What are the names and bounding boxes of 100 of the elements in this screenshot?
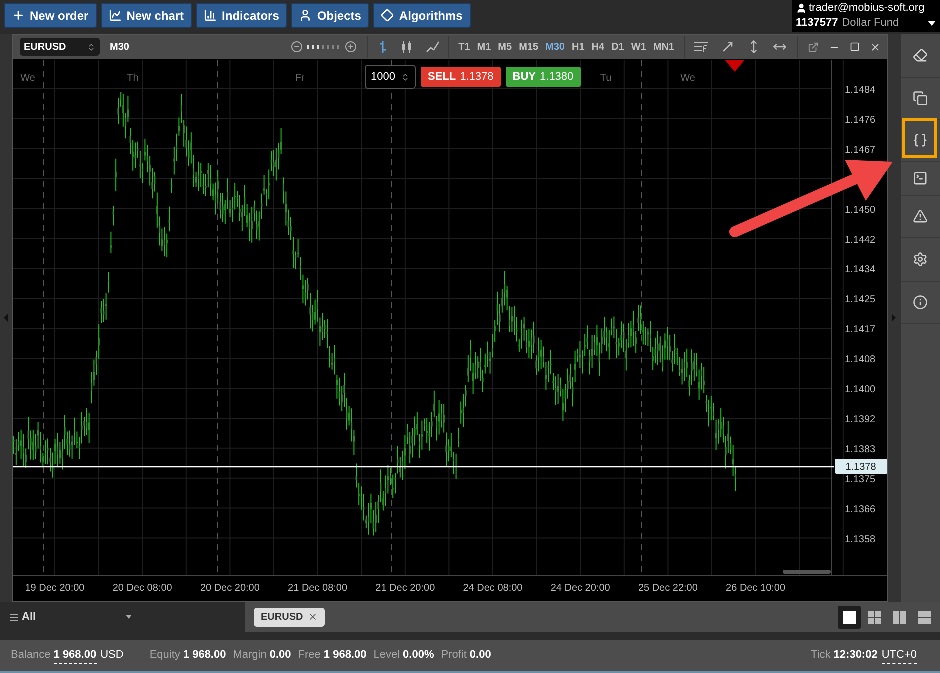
braces-icon[interactable]: [913, 133, 928, 148]
layout-button[interactable]: [838, 606, 861, 628]
price-label: 1.1375: [845, 474, 876, 486]
quantity-field[interactable]: 1000: [365, 65, 416, 89]
close-icon[interactable]: [870, 42, 881, 52]
day-label: We: [20, 73, 36, 84]
toolbar-button[interactable]: Indicators: [196, 3, 288, 28]
timeframe-tab[interactable]: MN1: [652, 40, 676, 54]
timeframe-tab[interactable]: M5: [496, 40, 514, 54]
balance-label: Balance: [11, 648, 51, 664]
symbol-tab[interactable]: EURUSD: [254, 608, 326, 626]
status-value: 1 968.00: [183, 648, 226, 664]
toolbar-button[interactable]: Objects: [291, 3, 370, 28]
price-label: 1.1425: [845, 294, 876, 306]
timeframe-tab[interactable]: M15: [518, 40, 540, 54]
status-value: 0.00: [470, 648, 492, 664]
price-label: 1.1408: [845, 354, 876, 366]
price-label: 1.1366: [845, 504, 876, 516]
caret-icon: [126, 615, 132, 619]
zoom-in-icon[interactable]: [345, 41, 358, 53]
timeframe-tab[interactable]: H4: [590, 40, 606, 54]
day-label: We: [680, 73, 696, 84]
sell-button[interactable]: SELL 1.1378: [421, 67, 501, 87]
account-panel[interactable]: trader@mobius-soft.org 1137577 Dollar Fund: [792, 0, 940, 32]
price-label: 1.1392: [845, 414, 876, 426]
toolbar-button[interactable]: New order: [4, 3, 97, 28]
timeframe-tab[interactable]: D1: [610, 40, 626, 54]
price-label: 1.1450: [845, 204, 876, 216]
timeframe-tab[interactable]: H1: [570, 40, 586, 54]
time-label: 24 Dec 08:00: [463, 583, 523, 594]
timeframe-tab[interactable]: M1: [476, 40, 493, 54]
scrollbar[interactable]: [783, 570, 831, 574]
account-email: trader@mobius-soft.org: [809, 1, 925, 16]
detach-icon[interactable]: [808, 42, 819, 52]
trend-line-icon[interactable]: [721, 40, 735, 54]
balance-value[interactable]: 1 968.00: [54, 646, 97, 664]
status-value: 0.00: [270, 648, 292, 664]
spinner-icon[interactable]: [87, 42, 96, 52]
day-label: Th: [127, 73, 139, 84]
eraser-icon[interactable]: [913, 48, 928, 63]
maximize-icon[interactable]: [850, 42, 860, 52]
zoom-out-icon[interactable]: [291, 41, 304, 53]
columns-layout-icon: [893, 610, 906, 624]
windows-icon[interactable]: [913, 91, 928, 106]
currency-label: USD: [100, 648, 124, 664]
price-label: 1.1417: [845, 324, 876, 336]
diamond-icon: [381, 9, 394, 22]
spinner-icon[interactable]: [401, 72, 410, 82]
current-price-tag: 1.1378: [835, 459, 887, 474]
price-label: 1.1476: [845, 114, 876, 126]
tick-label: Tick: [811, 648, 831, 664]
time-label: 26 Dec 10:00: [726, 583, 786, 594]
price-label: 1.1442: [845, 234, 876, 246]
timeframe-tab[interactable]: W1: [630, 40, 648, 54]
timezone-select[interactable]: UTC+0: [882, 646, 917, 664]
price-label: 1.1358: [845, 534, 876, 546]
rows-layout-icon: [918, 610, 931, 624]
time-label: 21 Dec 08:00: [288, 583, 348, 594]
collapse-icon: [892, 314, 896, 322]
plus-icon: [12, 9, 25, 22]
candlestick-icon: [400, 40, 414, 54]
status-value: 1 968.00: [324, 648, 367, 664]
terminal-icon[interactable]: [913, 171, 928, 186]
status-value: 0.00%: [403, 648, 434, 664]
period-label: M30: [110, 40, 130, 54]
warning-icon[interactable]: [913, 209, 928, 224]
user-icon: [299, 9, 312, 22]
status-label: Profit: [441, 648, 467, 664]
price-label: 1.1484: [845, 85, 876, 96]
time-label: 25 Dec 22:00: [638, 583, 698, 594]
menu-icon: [10, 614, 18, 620]
toolbar-button[interactable]: New chart: [100, 3, 192, 28]
day-label: Fr: [295, 73, 305, 84]
status-label: Margin: [233, 648, 267, 664]
price-label: 1.1467: [845, 144, 876, 156]
time-label: 20 Dec 20:00: [200, 583, 260, 594]
account-name: Dollar Fund: [842, 16, 900, 31]
symbol-select[interactable]: EURUSD: [20, 38, 100, 56]
close-icon[interactable]: [308, 612, 318, 622]
status-label: Equity: [150, 648, 180, 664]
time-label: 24 Dec 20:00: [550, 583, 610, 594]
fibonacci-icon: [693, 41, 709, 53]
price-label: 1.1434: [845, 264, 876, 276]
toolbar-button[interactable]: Algorithms: [373, 3, 471, 28]
settings-icon[interactable]: [913, 252, 928, 267]
chart-icon: [108, 9, 122, 22]
zoom-scale-icon: [307, 44, 342, 50]
expand-icon: [4, 314, 8, 322]
day-label: Tu: [600, 73, 612, 84]
timeframe-tab[interactable]: T1: [457, 40, 472, 54]
status-label: Level: [374, 648, 400, 664]
timeframe-tab[interactable]: M30: [544, 40, 566, 54]
grid-layout-icon: [868, 610, 881, 624]
line-chart-icon: [426, 40, 440, 54]
bar-chart-type-icon: [378, 40, 388, 54]
user-icon: [796, 3, 807, 14]
price-label: 1.1383: [845, 444, 876, 456]
time-label: 20 Dec 08:00: [112, 583, 172, 594]
info-icon[interactable]: [913, 295, 928, 310]
tick-time: 12:30:02: [834, 648, 878, 664]
